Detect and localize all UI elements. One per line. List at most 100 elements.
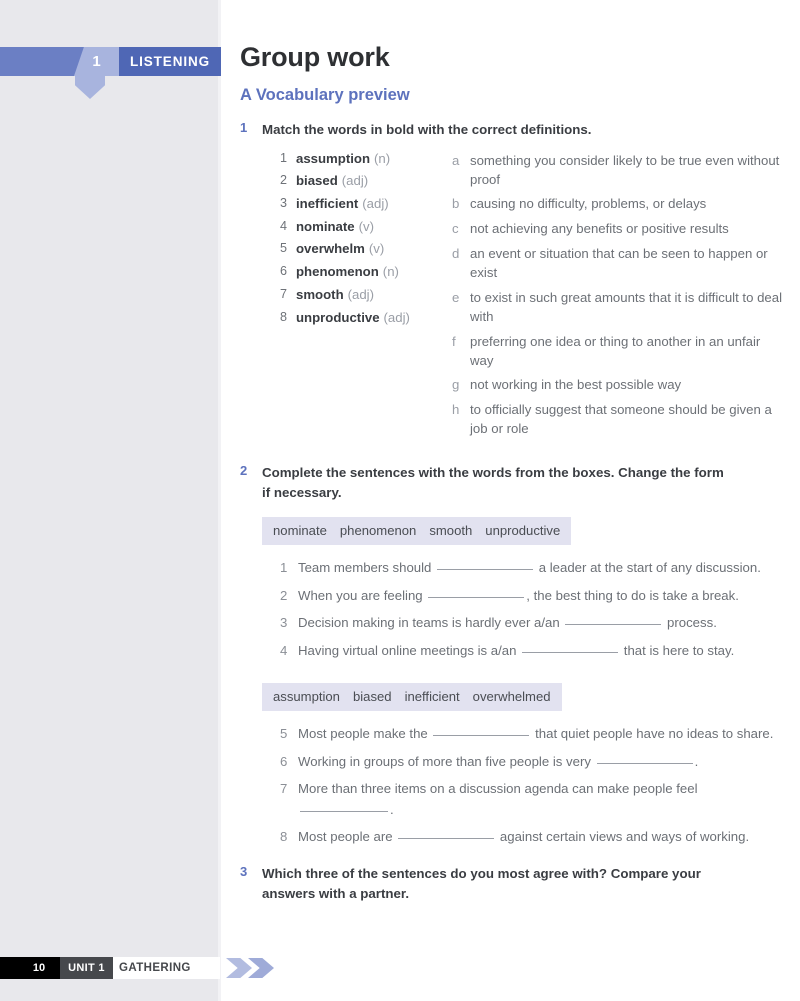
vocabulary-item-pos: (v) <box>358 218 375 234</box>
sentence-index: 1 <box>280 560 288 576</box>
sentence-text: Having virtual online meetings is a/an t… <box>298 641 785 661</box>
vocabulary-item-pos: (adj) <box>347 286 375 302</box>
section-banner: 1 LISTENING <box>0 47 221 99</box>
sentence-text: Most people are against certain views an… <box>298 827 785 847</box>
sentence-after: . <box>694 753 699 769</box>
vocabulary-item-word: overwhelm <box>296 241 365 257</box>
word-bank-word[interactable]: nominate <box>273 523 327 538</box>
vocabulary-item-index: 8 <box>280 309 288 324</box>
exercise-1-body: Match the words in bold with the correct… <box>262 120 785 445</box>
sentence-item: 2 When you are feeling , the best thing … <box>280 586 785 606</box>
answer-blank[interactable] <box>596 762 693 764</box>
definition-item-text: not achieving any benefits or positive r… <box>470 221 729 237</box>
sentence-after: a leader at the start of any discussion. <box>538 560 761 576</box>
sentence-index: 8 <box>280 829 288 845</box>
sentence-after: against certain views and ways of workin… <box>499 829 750 845</box>
vocabulary-item[interactable]: 1 assumption (n) <box>280 150 452 166</box>
sentence-text: Most people make the that quiet people h… <box>298 724 785 744</box>
page-title: Group work <box>240 42 390 72</box>
vocabulary-item[interactable]: 4 nominate (v) <box>280 218 452 234</box>
answer-blank[interactable] <box>522 651 619 653</box>
banner-section-number: 1 <box>92 53 101 70</box>
word-bank-word[interactable]: inefficient <box>405 689 460 704</box>
definition-item[interactable]: b causing no difficulty, problems, or de… <box>452 195 785 214</box>
vocabulary-item-index: 4 <box>280 218 288 233</box>
definition-item-index: h <box>452 402 460 418</box>
sentence-index: 4 <box>280 642 288 658</box>
word-bank-word[interactable]: assumption <box>273 689 340 704</box>
word-bank-word[interactable]: phenomenon <box>340 523 416 538</box>
sentence-text: Team members should a leader at the star… <box>298 558 785 578</box>
definition-item-index: f <box>452 333 456 349</box>
answer-blank[interactable] <box>398 838 495 840</box>
definition-item[interactable]: d an event or situation that can be seen… <box>452 245 785 283</box>
vocabulary-item-word: biased <box>296 173 338 189</box>
sentence-after: process. <box>667 615 717 631</box>
sentence-index: 7 <box>280 781 288 797</box>
word-bank-word[interactable]: overwhelmed <box>473 689 551 704</box>
sentence-before: Decision making in teams is hardly ever … <box>298 615 560 631</box>
definition-item[interactable]: c not achieving any benefits or positive… <box>452 220 785 239</box>
sentence-list-b: 5 Most people make the that quiet people… <box>280 724 785 847</box>
definition-item[interactable]: f preferring one idea or thing to anothe… <box>452 333 785 371</box>
vocabulary-item[interactable]: 5 overwhelm (v) <box>280 242 452 255</box>
definition-item-index: b <box>452 196 460 212</box>
vocabulary-word-list: 1 assumption (n) 2 biased (adj) 3 ineffici… <box>280 150 452 445</box>
vocabulary-item-index: 5 <box>280 241 288 256</box>
definition-item-text: to officially suggest that someone shoul… <box>470 402 772 437</box>
vocabulary-item-word: smooth <box>296 286 344 302</box>
definition-item[interactable]: g not working in the best possible way <box>452 376 785 395</box>
definition-item-index: g <box>452 377 460 393</box>
definition-item[interactable]: e to exist in such great amounts that it… <box>452 289 785 327</box>
sentence-before: Most people make the <box>298 726 428 742</box>
vocabulary-item-index: 6 <box>280 264 288 279</box>
sentence-before: Having virtual online meetings is a/an <box>298 642 517 658</box>
answer-blank[interactable] <box>433 735 530 737</box>
answer-blank[interactable] <box>437 569 534 571</box>
vocabulary-item[interactable]: 7 smooth (adj) <box>280 286 452 302</box>
exercise-2: 2 Complete the sentences with the words … <box>240 463 785 847</box>
vocabulary-item[interactable]: 8 unproductive (adj) <box>280 309 452 324</box>
exercise-2-instruction: Complete the sentences with the words fr… <box>262 465 724 500</box>
vocabulary-item-word: nominate <box>296 218 355 234</box>
sentence-before: More than three items on a discussion ag… <box>298 781 698 797</box>
word-bank-2: assumption biased inefficient overwhelmed <box>262 683 562 712</box>
word-bank-word[interactable]: unproductive <box>485 523 560 538</box>
sentence-item: 4 Having virtual online meetings is a/an… <box>280 641 785 661</box>
sentence-index: 2 <box>280 587 288 603</box>
matching-columns: 1 assumption (n) 2 biased (adj) 3 ineffici… <box>280 150 785 445</box>
exercise-3-number: 3 <box>240 864 248 880</box>
exercise-2-body: Complete the sentences with the words fr… <box>262 463 785 847</box>
answer-blank[interactable] <box>565 624 662 626</box>
definition-list: a something you consider likely to be tr… <box>452 152 785 445</box>
sentence-after: that is here to stay. <box>623 642 735 658</box>
section-heading: A Vocabulary preview <box>240 86 410 104</box>
vocabulary-item-pos: (adj) <box>362 196 389 212</box>
footer-unit-name: GATHERING <box>119 962 191 974</box>
vocabulary-item-word: assumption <box>296 150 371 166</box>
definition-item-text: not working in the best possible way <box>470 377 682 393</box>
chevron-right-icon <box>226 958 252 978</box>
footer-page-number: 10 <box>18 957 60 979</box>
definition-item-text: something you consider likely to be true… <box>470 152 780 187</box>
definition-item[interactable]: h to officially suggest that someone sho… <box>452 401 785 439</box>
sentence-item: 6 Working in groups of more than five pe… <box>280 752 785 772</box>
answer-blank[interactable] <box>428 596 525 598</box>
margin-divider <box>218 0 221 1001</box>
vocabulary-item[interactable]: 6 phenomenon (n) <box>280 265 452 278</box>
sentence-text: More than three items on a discussion ag… <box>298 779 785 820</box>
word-bank-word[interactable]: smooth <box>429 523 472 538</box>
vocabulary-item[interactable]: 3 inefficient (adj) <box>280 197 452 210</box>
sentence-after: , the best thing to do is take a break. <box>526 587 739 603</box>
definition-item-index: d <box>452 246 460 262</box>
definition-item[interactable]: a something you consider likely to be tr… <box>452 152 785 190</box>
exercise-2-number: 2 <box>240 463 248 479</box>
vocabulary-item[interactable]: 2 biased (adj) <box>280 174 452 187</box>
definition-item-text: preferring one idea or thing to another … <box>470 333 761 368</box>
footer-edge-bar <box>0 957 18 979</box>
sentence-list-a: 1 Team members should a leader at the st… <box>280 558 785 661</box>
word-bank-word[interactable]: biased <box>353 689 392 704</box>
sentence-index: 3 <box>280 615 288 631</box>
sentence-index: 6 <box>280 753 288 769</box>
answer-blank[interactable] <box>300 810 388 812</box>
